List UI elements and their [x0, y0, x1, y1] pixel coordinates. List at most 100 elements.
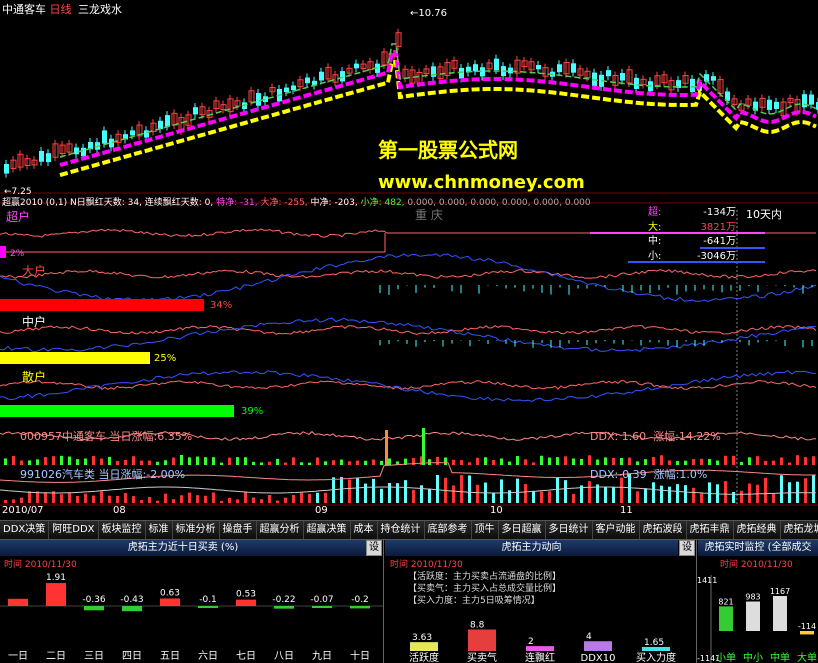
panel1-settings-button[interactable]: 设: [366, 540, 382, 556]
ten-day-row: 中: -641万: [648, 236, 736, 247]
sector-ddx-bar: [220, 500, 223, 503]
sector-ddx-bar: [372, 478, 375, 503]
stock-ddx-bar: [524, 459, 527, 465]
tab-bottom-ref[interactable]: 底部参考: [424, 521, 472, 539]
indicator-part: 小净: 482,: [360, 198, 405, 208]
force-label: 活跃度: [409, 651, 439, 663]
stock-ddx-bar: [422, 428, 425, 465]
stock-ddx-bar: [780, 457, 783, 465]
note-line: 【买卖气：主力买入占总成交量比例】: [408, 584, 562, 594]
flow-line: [0, 269, 817, 279]
tab-cost[interactable]: 成本: [350, 521, 378, 539]
trade-bar: [350, 606, 370, 609]
sector-ddx-bar: [316, 492, 319, 503]
stock-ddx-bar: [796, 455, 799, 465]
stock-ddx-bar: [164, 460, 167, 465]
tab-chaoying-analysis[interactable]: 超赢分析: [256, 521, 304, 539]
tab-standard[interactable]: 标准: [145, 521, 173, 539]
sector-ddx-bar: [724, 481, 727, 503]
candle-body: [809, 94, 814, 105]
tab-standard-analysis[interactable]: 标准分析: [172, 521, 220, 539]
trade-value: 0.53: [236, 590, 256, 600]
stock-ddx-bar: [276, 458, 279, 465]
sector-ddx-bar: [404, 480, 407, 503]
candle-body: [319, 71, 324, 81]
tab-hutuo-longcheng[interactable]: 虎拓龙城: [780, 521, 818, 539]
sector-ddx-bar: [172, 499, 175, 503]
sector-ddx-bar: [684, 485, 687, 503]
stock-ddx-bar: [44, 457, 47, 465]
candle-body: [354, 63, 359, 69]
stock-ddx-bar: [68, 456, 71, 465]
stock-ddx-bar: [476, 457, 479, 465]
tab-chaoying-decision[interactable]: 超赢决策: [303, 521, 351, 539]
tab-trader[interactable]: 操盘手: [219, 521, 257, 539]
sector-ddx-bar: [356, 478, 359, 503]
stock-ddx-bar: [540, 455, 543, 465]
day-label: 五日: [160, 651, 180, 662]
tab-awang-ddx[interactable]: 阿旺DDX: [49, 521, 99, 539]
stock-ddx-bar: [292, 457, 295, 465]
sector-ddx-bar: [76, 495, 79, 503]
candle-body: [620, 73, 625, 81]
indicator-title[interactable]: 超赢2010 (0,1): [2, 198, 67, 208]
tab-hutuo-band[interactable]: 虎拓波段: [639, 521, 687, 539]
stock-ddx-bar: [132, 456, 135, 465]
stock-ddx-bar: [156, 461, 159, 465]
candle-body: [109, 138, 114, 148]
monitor-label: 中小: [743, 651, 763, 663]
stock-ddx-bar: [28, 460, 31, 465]
tab-client-momentum[interactable]: 客户动能: [592, 521, 640, 539]
ten-day-summary: 超: -134万 大: 3821万 中: -641万 小: -3046万: [648, 206, 736, 264]
candle-body: [284, 87, 289, 93]
trade-bar: [8, 598, 28, 606]
indicator-name[interactable]: 三龙戏水: [78, 3, 122, 16]
panel2-settings-button[interactable]: 设: [679, 540, 695, 556]
tab-ddx-decision[interactable]: DDX决策: [0, 521, 50, 539]
stock-ddx-bar: [588, 455, 591, 465]
panel1-date: 时间 2010/11/30: [4, 560, 77, 570]
stock-ddx-bar: [556, 457, 559, 465]
stock-ddx-bar: [684, 460, 687, 465]
stock-ddx-bar: [740, 461, 743, 465]
candle-body: [340, 71, 345, 82]
band-pct-da: 34%: [210, 300, 233, 311]
stock-ddx-bar: [116, 460, 119, 465]
stock-ddx-bar: [564, 456, 567, 465]
stock-ddx-bar: [428, 459, 431, 465]
trade-value: -0.22: [272, 595, 295, 605]
sector-ddx-bar: [164, 493, 167, 503]
period-label[interactable]: 日线: [50, 3, 72, 16]
sector-ddx-bar: [500, 479, 503, 503]
stock-ddx-bar: [620, 457, 623, 465]
indicator-part: N日飘红天数: 34, 连续飘红天数: 0,: [69, 198, 214, 208]
tab-multiday-chaoying[interactable]: 多日超赢: [498, 521, 546, 539]
sector-ddx-bar: [92, 495, 95, 503]
tab-dingniu[interactable]: 顶牛: [471, 521, 499, 539]
tab-multiday-stats[interactable]: 多日统计: [545, 521, 593, 539]
sector-ddx-bar: [556, 477, 559, 503]
force-label: DDX10: [581, 653, 616, 663]
flow-line: [0, 379, 817, 390]
band-bar-chao: [0, 246, 6, 258]
sector-ddx-bar: [772, 493, 775, 503]
tab-hutuo-fengding[interactable]: 虎拓丰鼎: [686, 521, 734, 539]
sector-ddx-bar: [660, 485, 663, 503]
candle-body: [494, 58, 499, 71]
sector-ddx-bar: [364, 483, 367, 503]
tab-position-stats[interactable]: 持仓统计: [377, 521, 425, 539]
tab-hutuo-classic[interactable]: 虎拓经典: [733, 521, 781, 539]
stock-ddx-bar: [388, 458, 391, 465]
tab-sector-monitor[interactable]: 板块监控: [98, 521, 146, 539]
sector-ddx-bar: [28, 491, 31, 503]
stock-ddx-bar: [316, 457, 319, 465]
stock-ddx-bar: [20, 460, 23, 465]
stock-ddx-bar: [52, 456, 55, 465]
force-bar: [584, 641, 612, 651]
stock-ddx-bar: [636, 461, 639, 465]
candle-body: [144, 130, 149, 138]
candle-body: [81, 147, 86, 157]
panel3-date: 时间 2010/11/30: [720, 560, 793, 570]
stock-ddx-bar: [124, 460, 127, 465]
sector-ddx-bar: [276, 500, 279, 503]
